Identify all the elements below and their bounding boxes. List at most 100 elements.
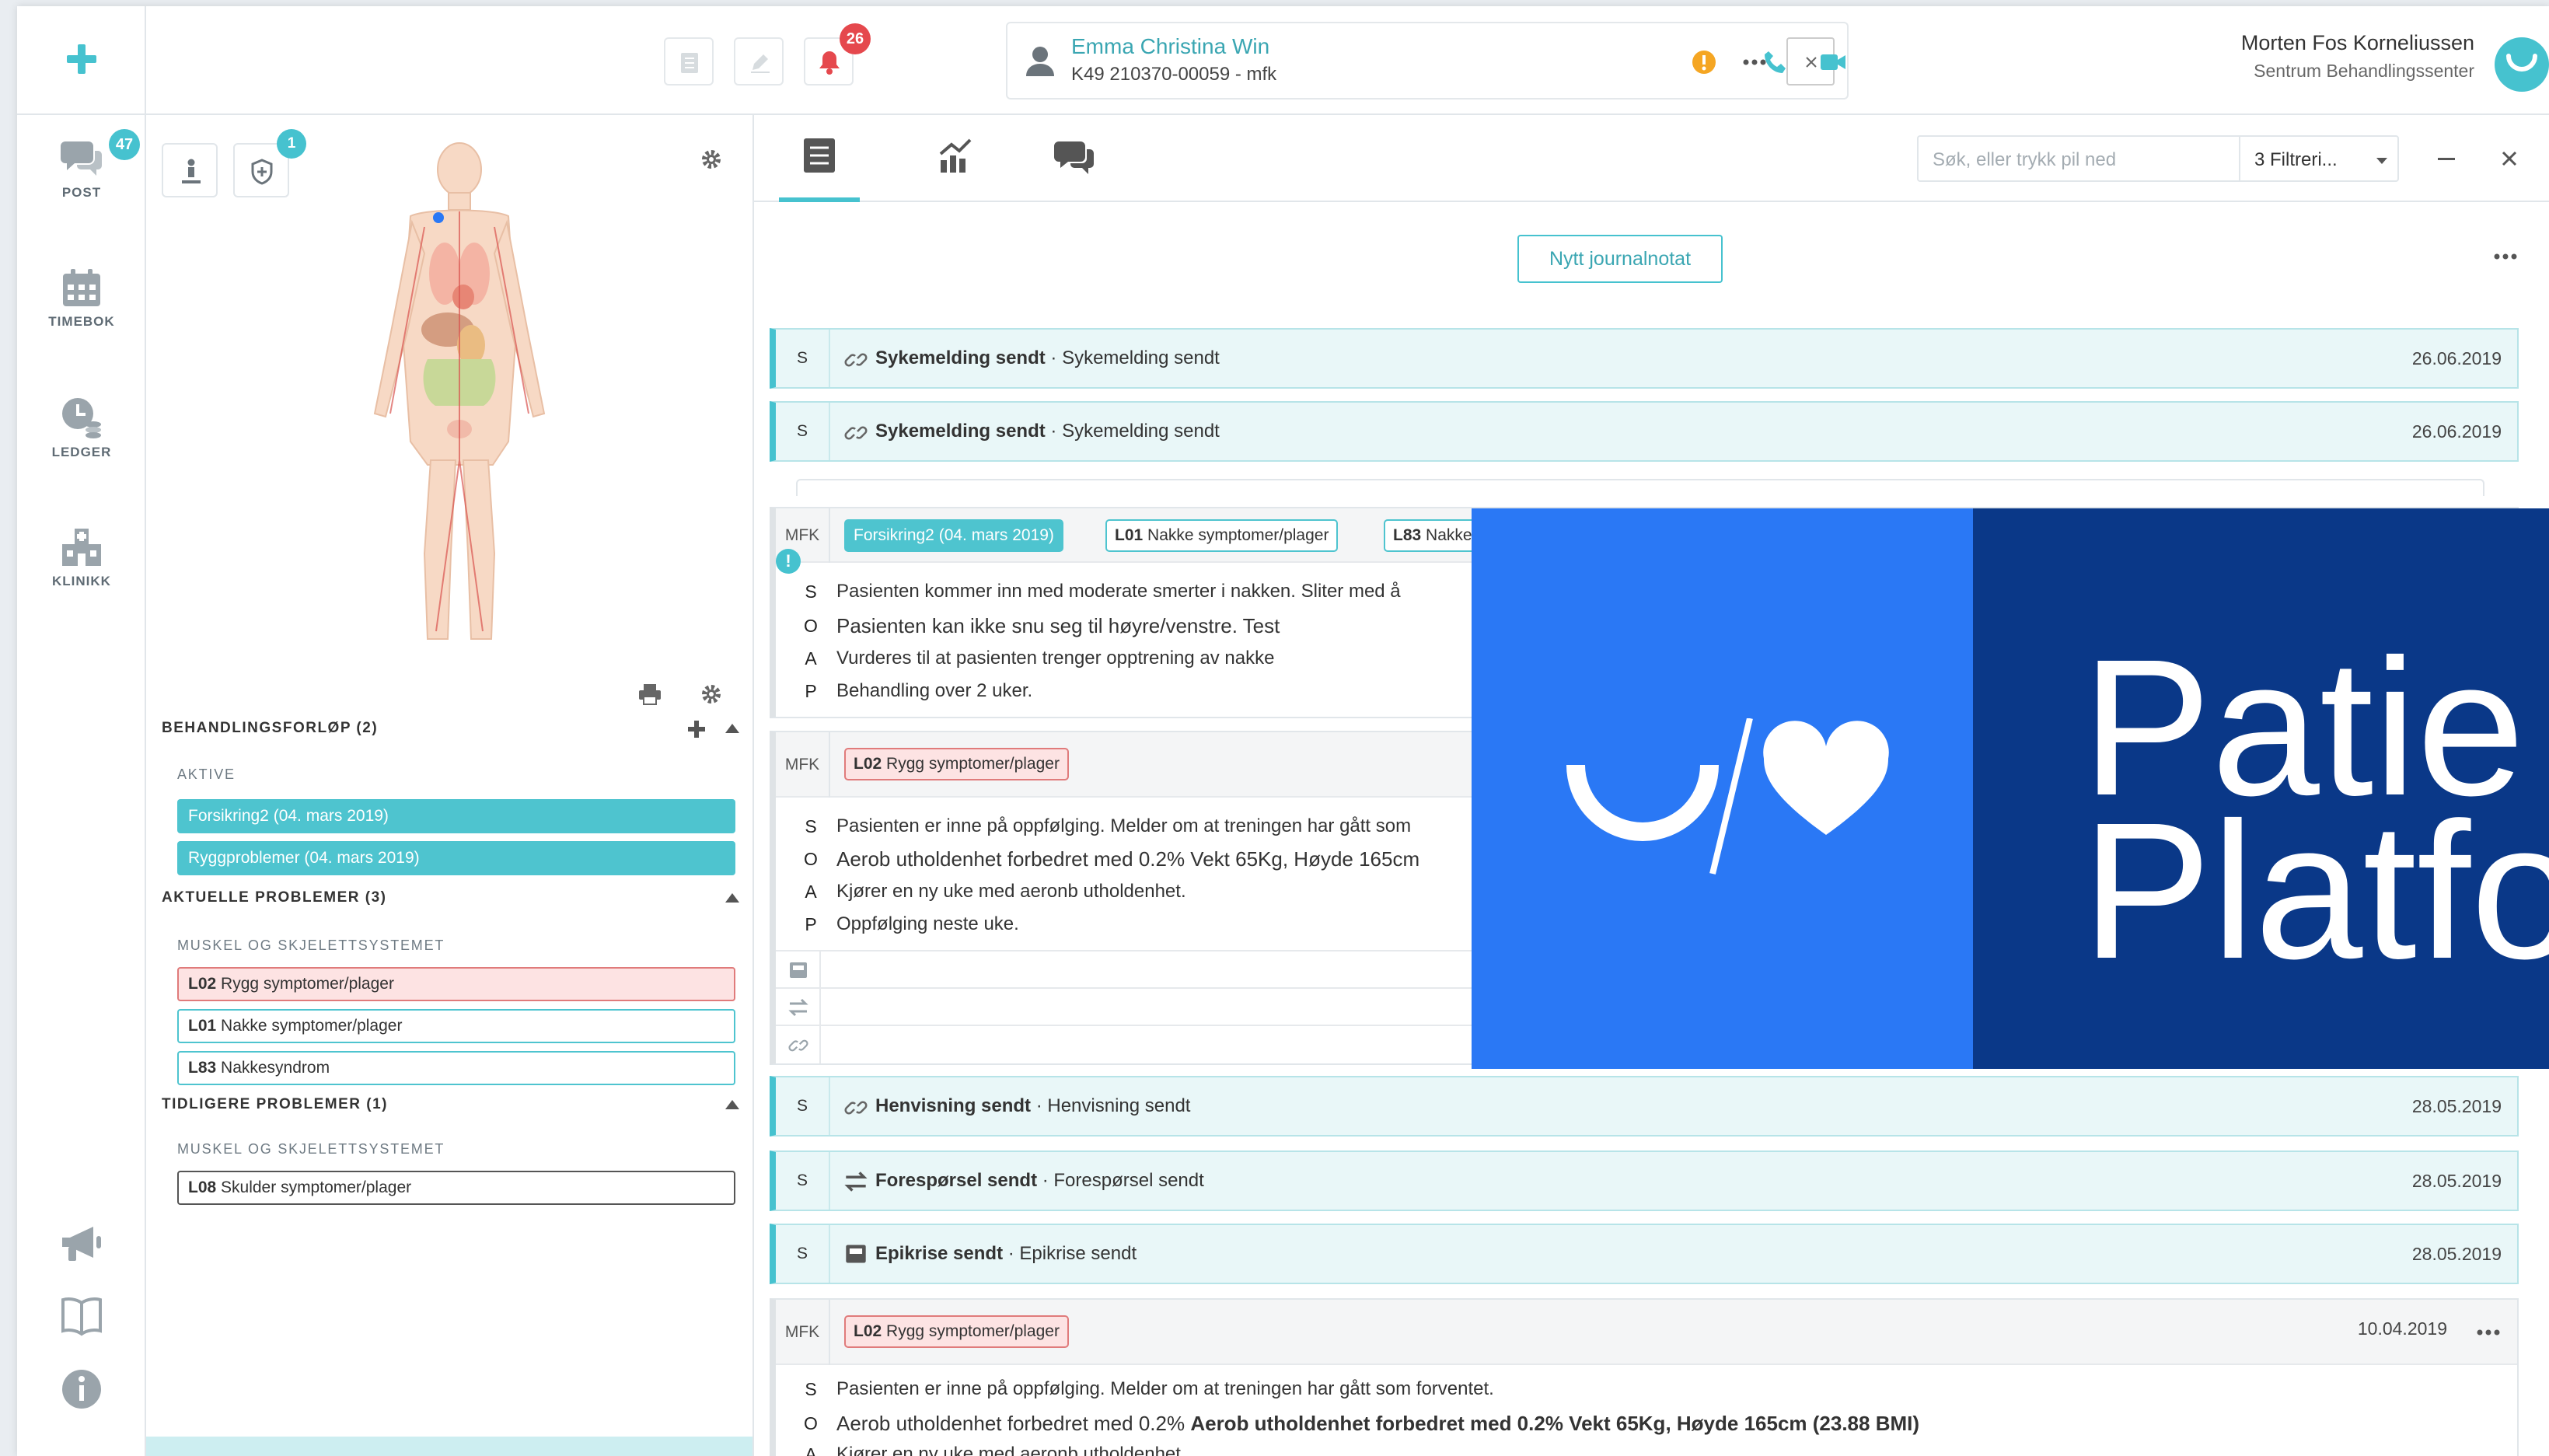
event-date: 28.05.2019 (2411, 1244, 2502, 1264)
soap-line: A Kjører en ny uke med aeronb utholdenhet… (776, 1438, 2486, 1456)
soap-value: Vurderes til at pasienten trenger opptre… (836, 648, 1275, 669)
note-more-icon[interactable] (2477, 1329, 2500, 1336)
patient-card[interactable]: Emma Christina Win K49 210370-00059 - mf… (1006, 22, 1849, 100)
journal-more-icon[interactable] (2494, 253, 2517, 260)
collapse-current-icon[interactable] (725, 892, 740, 903)
treatment-item[interactable]: Ryggproblemer (04. mars 2019) (177, 841, 735, 875)
soap-key: P (805, 914, 817, 934)
soap-key: S (805, 581, 817, 602)
panel-settings-gear-icon[interactable] (700, 683, 723, 706)
note-chip[interactable]: L02 Rygg symptomer/plager (844, 748, 1069, 780)
megaphone-icon[interactable] (61, 1225, 103, 1262)
chip-code: L02 (854, 755, 882, 773)
user-clinic: Sentrum Behandlingssenter (2254, 61, 2474, 81)
video-camera-icon[interactable] (1819, 51, 1847, 73)
chevron-down-icon (2376, 157, 2388, 165)
info-icon[interactable] (61, 1368, 103, 1410)
user-avatar[interactable] (2495, 37, 2549, 92)
chip-text: Rygg symptomer/plager (886, 1322, 1060, 1340)
soap-value: Oppfølging neste uke. (836, 913, 1019, 934)
chart-trend-icon[interactable] (938, 138, 973, 174)
minimize-icon[interactable] (2438, 158, 2455, 160)
journal-event-row[interactable]: S Epikrise sendt · Epikrise sendt 28.05.… (770, 1224, 2519, 1284)
nav-item-klinikk[interactable]: KLINIKK (17, 525, 146, 589)
app-window: POST 47 TIMEBOK LEDGER KLINIKK 26 Emma C… (17, 6, 2549, 1456)
collapse-treatment-icon[interactable] (725, 723, 740, 734)
chat-bubbles-icon (61, 138, 103, 179)
past-problems-group: MUSKEL OG SKJELETTSYSTEMET (177, 1141, 445, 1157)
event-title-line: Forespørsel sendt · Forespørsel sendt (875, 1170, 1204, 1191)
close-panel-icon[interactable] (2502, 151, 2517, 166)
active-tab-indicator (779, 197, 860, 202)
standing-person-icon (180, 159, 202, 185)
clinic-building-icon (61, 525, 103, 567)
note-chip[interactable]: L01 Nakke symptomer/plager (1105, 519, 1339, 552)
collapse-past-icon[interactable] (725, 1099, 740, 1110)
print-icon[interactable] (637, 683, 662, 706)
soap-value-plain: Aerob utholdenhet forbedret med 0.2% (836, 1412, 1185, 1435)
soap-key: O (804, 616, 818, 636)
event-title-line: Epikrise sendt · Epikrise sendt (875, 1243, 1137, 1264)
note-header: MFK L02 Rygg symptomer/plager 10.04.2019 (776, 1300, 2517, 1365)
journal-note[interactable]: MFK L02 Rygg symptomer/plager 10.04.2019… (770, 1298, 2519, 1456)
nav-item-timebok[interactable]: TIMEBOK (17, 267, 146, 330)
soap-value: Kjører en ny uke med aeronb utholdenhet. (836, 1444, 1186, 1456)
nav-label-post: POST (61, 185, 102, 200)
add-plus-icon[interactable] (65, 43, 98, 75)
body-view-button[interactable] (162, 143, 218, 197)
notifications-button[interactable]: 26 (804, 23, 871, 86)
note-chip[interactable]: L02 Rygg symptomer/plager (844, 1315, 1069, 1348)
journal-search-input[interactable]: Søk, eller trykk pil ned (1917, 135, 2239, 182)
event-date: 26.06.2019 (2411, 421, 2502, 442)
new-journal-note-button[interactable]: Nytt journalnotat (1517, 235, 1723, 283)
note-alert-icon[interactable]: ! (776, 549, 801, 574)
shield-view-button[interactable]: 1 (233, 129, 306, 197)
nav-item-ledger[interactable]: LEDGER (17, 396, 146, 460)
nav-label-ledger: LEDGER (51, 445, 112, 459)
swap-arrows-icon (788, 998, 808, 1017)
promo-text-panel: Patie Platfo (1973, 508, 2549, 1069)
add-treatment-icon[interactable] (687, 720, 706, 738)
treatment-item[interactable]: Forsikring2 (04. mars 2019) (177, 799, 735, 833)
phone-icon[interactable] (1763, 50, 1788, 75)
settings-gear-icon[interactable] (700, 148, 723, 171)
current-problems-group: MUSKEL OG SKJELETTSYSTEMET (177, 937, 445, 953)
filter-select[interactable]: 3 Filtreri... (2239, 135, 2399, 182)
document-button[interactable] (664, 37, 714, 86)
problem-text: Rygg symptomer/plager (221, 975, 394, 993)
event-tag: S (776, 1077, 830, 1135)
chip-text: Nakke (1426, 526, 1472, 544)
event-date: 26.06.2019 (2411, 348, 2502, 368)
journal-event-row[interactable]: S Henvisning sendt · Henvisning sendt 28… (770, 1076, 2519, 1137)
note-chip[interactable]: Forsikring2 (04. mars 2019) (844, 519, 1063, 552)
soap-key: P (805, 681, 817, 701)
chip-code: L01 (1115, 526, 1144, 544)
event-subtitle: Sykemelding sendt (1062, 347, 1220, 368)
problem-item[interactable]: L83 Nakkesyndrom (177, 1051, 735, 1085)
chat-tab-icon[interactable] (1054, 138, 1095, 176)
anatomy-figure[interactable] (347, 141, 572, 651)
tab-journal[interactable] (779, 115, 860, 202)
edit-button[interactable] (734, 37, 784, 86)
journal-event-row[interactable]: S Sykemelding sendt · Sykemelding sendt … (770, 401, 2519, 462)
problem-item[interactable]: L08 Skulder symptomer/plager (177, 1171, 735, 1205)
note-chip[interactable]: L83 Nakke (1384, 519, 1482, 552)
soap-value-bold: Aerob utholdenhet forbedret med 0.2% Vek… (1190, 1412, 1920, 1435)
patient-name[interactable]: Emma Christina Win (1071, 34, 1269, 59)
nav-item-post[interactable]: POST 47 (17, 129, 146, 201)
problem-item[interactable]: L01 Nakke symptomer/plager (177, 1009, 735, 1043)
link-icon (844, 1096, 868, 1119)
event-title: Epikrise sendt (875, 1243, 1004, 1264)
warning-dot-icon[interactable] (1692, 50, 1716, 75)
event-date: 28.05.2019 (2411, 1096, 2502, 1116)
problem-code: L08 (188, 1178, 217, 1196)
problem-item[interactable]: L02 Rygg symptomer/plager (177, 967, 735, 1001)
soap-line: O Aerob utholdenhet forbedret med 0.2% Ae… (776, 1407, 2486, 1440)
journal-event-row[interactable]: S Sykemelding sendt · Sykemelding sendt … (770, 328, 2519, 389)
event-title: Forespørsel sendt (875, 1170, 1038, 1191)
collapsed-note-stub (796, 479, 2484, 496)
left-nav: POST 47 TIMEBOK LEDGER KLINIKK (17, 6, 146, 1456)
journal-event-row[interactable]: S Forespørsel sendt · Forespørsel sendt … (770, 1150, 2519, 1211)
book-icon[interactable] (61, 1297, 103, 1337)
nav-label-klinikk: KLINIKK (52, 574, 111, 588)
